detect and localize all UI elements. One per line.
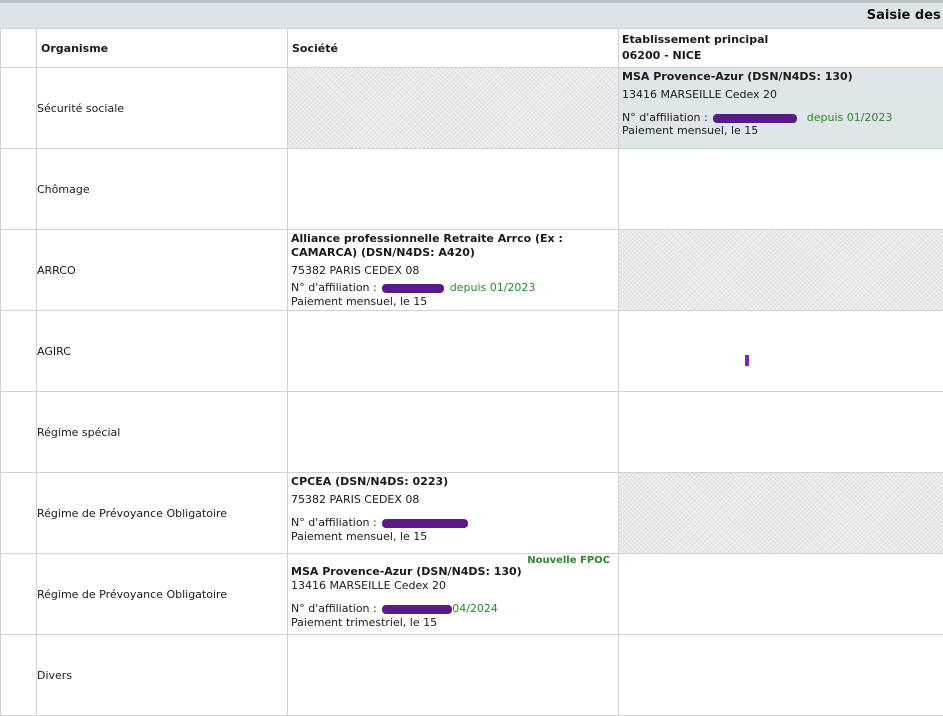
societe-cell[interactable]: Nouvelle FPOC MSA Provence-Azur (DSN/N4D… — [288, 554, 619, 635]
societe-cell-empty[interactable] — [288, 392, 619, 473]
organism-name: MSA Provence-Azur (DSN/N4DS: 130) — [291, 565, 614, 579]
row-label: ARRCO — [37, 230, 288, 311]
payment-info: Paiement trimestriel, le 15 — [291, 616, 614, 630]
table-row: AGIRC — [1, 311, 943, 392]
affiliation-since: depuis 01/2023 — [450, 281, 536, 294]
societe-cell[interactable]: Alliance professionnelle Retraite Arrco … — [288, 230, 619, 311]
payment-info: Paiement mensuel, le 15 — [622, 124, 939, 138]
header-gutter — [1, 29, 37, 68]
etablissement-cell-empty[interactable] — [619, 392, 943, 473]
etablissement-header-title: Etablissement principal — [619, 32, 943, 48]
organismes-table: Organisme Société Etablissement principa… — [0, 28, 943, 716]
table-header-row: Organisme Société Etablissement principa… — [1, 29, 943, 68]
column-header-etablissement: Etablissement principal 06200 - NICE — [619, 29, 943, 68]
etablissement-header-location: 06200 - NICE — [619, 48, 943, 64]
etablissement-cell-empty[interactable] — [619, 554, 943, 635]
table-row: Régime spécial — [1, 392, 943, 473]
row-label: Régime de Prévoyance Obligatoire — [37, 554, 288, 635]
societe-cell-empty[interactable] — [288, 635, 619, 716]
etablissement-cell-empty[interactable] — [619, 635, 943, 716]
payment-info: Paiement mensuel, le 15 — [291, 530, 614, 544]
redacted-affiliation-number — [713, 114, 797, 123]
redacted-affiliation-number — [382, 605, 452, 614]
page-title: Saisie des c — [867, 8, 943, 23]
societe-cell-empty[interactable] — [288, 149, 619, 230]
societe-cell[interactable]: CPCEA (DSN/N4DS: 0223) 75382 PARIS CEDEX… — [288, 473, 619, 554]
table-row: ARRCO Alliance professionnelle Retraite … — [1, 230, 943, 311]
table-row: Régime de Prévoyance Obligatoire CPCEA (… — [1, 473, 943, 554]
redacted-affiliation-number — [382, 284, 444, 293]
column-header-societe: Société — [288, 29, 619, 68]
column-header-organisme: Organisme — [37, 29, 288, 68]
societe-cell-empty[interactable] — [288, 311, 619, 392]
row-label: Divers — [37, 635, 288, 716]
row-label: Régime de Prévoyance Obligatoire — [37, 473, 288, 554]
organism-address: 75382 PARIS CEDEX 08 — [291, 493, 614, 507]
payment-info: Paiement mensuel, le 15 — [291, 295, 614, 309]
organism-address: 13416 MARSEILLE Cedex 20 — [291, 579, 614, 593]
top-bar: Saisie des c — [0, 0, 943, 28]
affiliation-since: 04/2024 — [452, 602, 498, 615]
affiliation-label: N° d'affiliation : — [291, 516, 377, 529]
etablissement-cell-empty[interactable] — [619, 473, 943, 554]
affiliation-label: N° d'affiliation : — [291, 281, 377, 294]
organism-name: MSA Provence-Azur (DSN/N4DS: 130) — [622, 70, 939, 84]
row-label: AGIRC — [37, 311, 288, 392]
etablissement-cell-empty[interactable] — [619, 311, 943, 392]
affiliation-label: N° d'affiliation : — [291, 602, 377, 615]
societe-cell-empty[interactable] — [288, 68, 619, 149]
organism-name: CPCEA (DSN/N4DS: 0223) — [291, 475, 614, 489]
row-label: Sécurité sociale — [37, 68, 288, 149]
row-label: Régime spécial — [37, 392, 288, 473]
cursor-mark — [745, 355, 749, 366]
organism-name: Alliance professionnelle Retraite Arrco … — [291, 232, 614, 260]
organism-address: 13416 MARSEILLE Cedex 20 — [622, 88, 939, 102]
table-row: Régime de Prévoyance Obligatoire Nouvell… — [1, 554, 943, 635]
table-row: Chômage — [1, 149, 943, 230]
affiliation-label: N° d'affiliation : — [622, 111, 708, 124]
organism-address: 75382 PARIS CEDEX 08 — [291, 264, 614, 278]
etablissement-cell[interactable]: MSA Provence-Azur (DSN/N4DS: 130) 13416 … — [619, 68, 943, 149]
table-row: Sécurité sociale MSA Provence-Azur (DSN/… — [1, 68, 943, 149]
row-label: Chômage — [37, 149, 288, 230]
etablissement-cell-empty[interactable] — [619, 149, 943, 230]
redacted-affiliation-number — [382, 519, 468, 528]
table-row: Divers — [1, 635, 943, 716]
affiliation-since: depuis 01/2023 — [807, 111, 893, 124]
etablissement-cell-empty[interactable] — [619, 230, 943, 311]
